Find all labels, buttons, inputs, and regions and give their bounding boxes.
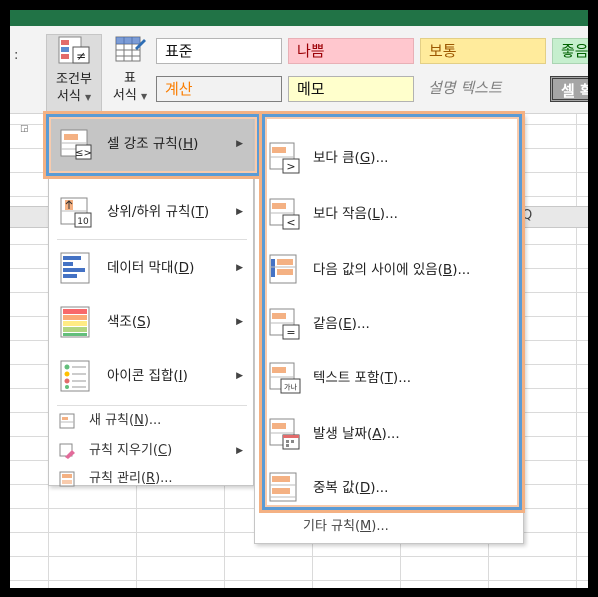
submenu-item-less-than[interactable]: < 보다 작음(L)... [255, 187, 523, 241]
cell-style-explanatory[interactable]: 설명 텍스트 [420, 76, 546, 102]
cell-style-normal[interactable]: 표준 [156, 38, 282, 64]
submenu-item-label: 발생 날짜(A)... [313, 426, 400, 442]
submenu-item-between[interactable]: 다음 값의 사이에 있음(B)... [255, 243, 523, 297]
menu-item-label: 색조(S) [107, 314, 151, 330]
ribbon-left-fragment: : [14, 48, 19, 63]
submenu-item-more-rules[interactable]: 기타 규칙(M)... [303, 515, 389, 539]
svg-text:가나: 가나 [284, 383, 297, 392]
manage-rules-icon [59, 471, 75, 487]
submenu-item-label: 텍스트 포함(T)... [313, 370, 412, 386]
conditional-formatting-label-2: 서식 [56, 89, 81, 104]
less-than-icon: < [269, 197, 301, 231]
chevron-down-icon: ▼ [140, 92, 148, 101]
greater-than-icon: > [269, 141, 301, 175]
submenu-item-label: 다음 값의 사이에 있음(B)... [313, 262, 471, 278]
duplicate-values-icon [269, 471, 301, 505]
menu-item-data-bars[interactable]: 데이터 막대(D) ▶ [49, 241, 253, 295]
menu-item-highlight-cells-rules[interactable]: ≤> 셀 강조 규칙(H) ▶ [49, 117, 253, 171]
ribbon: : ≠ 조건부 서식 ▼ 표 서식 ▼ 표준 나쁨 보통 좋음 계산 메모 설명… [10, 10, 588, 114]
menu-item-manage-rules[interactable]: 규칙 관리(R)... [49, 465, 253, 493]
icon-sets-icon [59, 359, 93, 393]
svg-text:10: 10 [77, 217, 89, 227]
submenu-item-text-contains[interactable]: 가나 텍스트 포함(T)... [255, 351, 523, 405]
submenu-item-greater-than[interactable]: > 보다 큼(G)... [255, 131, 523, 185]
svg-text:=: = [286, 326, 295, 339]
menu-item-clear-rules[interactable]: 규칙 지우기(C) ▶ [49, 437, 253, 465]
menu-item-label: 데이터 막대(D) [107, 260, 195, 276]
format-as-table-button[interactable]: 표 서식 ▼ [104, 34, 156, 112]
menu-separator [57, 239, 247, 240]
between-icon [269, 253, 301, 287]
cell-style-check[interactable]: 셀 확 [550, 76, 588, 102]
menu-item-top-bottom-rules[interactable]: 10 상위/하위 규칙(T) ▶ [49, 185, 253, 239]
excel-window: : ≠ 조건부 서식 ▼ 표 서식 ▼ 표준 나쁨 보통 좋음 계산 메모 설명… [10, 10, 588, 588]
submenu-item-label: 보다 작음(L)... [313, 206, 398, 222]
chevron-right-icon: ▶ [236, 446, 243, 456]
chevron-right-icon: ▶ [236, 263, 243, 273]
menu-item-label: 상위/하위 규칙(T) [107, 204, 210, 220]
chevron-right-icon: ▶ [236, 139, 243, 149]
eraser-icon [59, 443, 75, 459]
color-scales-icon [59, 305, 93, 339]
submenu-item-equal-to[interactable]: = 같음(E)... [255, 297, 523, 351]
highlight-cells-rules-submenu: > 보다 큼(G)... < 보다 작음(L)... 다음 값의 사이에 있음(… [254, 114, 524, 544]
format-as-table-label-2: 서식 [112, 88, 137, 103]
chevron-right-icon: ▶ [236, 371, 243, 381]
new-rule-icon [59, 413, 75, 429]
svg-text:≤>: ≤> [75, 148, 92, 159]
conditional-formatting-label-1: 조건부 [56, 72, 92, 87]
data-bars-icon [59, 251, 93, 285]
format-as-table-label-1: 표 [124, 71, 136, 86]
format-as-table-icon [113, 34, 147, 66]
menu-item-label: 아이콘 집합(I) [107, 368, 188, 384]
cell-style-neutral[interactable]: 보통 [420, 38, 546, 64]
cell-style-good[interactable]: 좋음 [552, 38, 588, 64]
submenu-item-label: 보다 큼(G)... [313, 150, 389, 166]
dialog-launcher-icon[interactable]: ◲ [20, 124, 29, 134]
svg-text:<: < [286, 216, 295, 229]
menu-item-label: 셀 강조 규칙(H) [107, 136, 199, 152]
cell-style-calculation[interactable]: 계산 [156, 76, 282, 102]
conditional-formatting-button[interactable]: ≠ 조건부 서식 ▼ [46, 34, 102, 112]
chevron-down-icon: ▼ [84, 93, 92, 102]
conditional-formatting-menu: ≤> 셀 강조 규칙(H) ▶ 10 상위/하위 규칙(T) ▶ 데이터 막대(… [48, 114, 254, 487]
menu-separator [57, 405, 247, 406]
submenu-item-date-occurring[interactable]: 발생 날짜(A)... [255, 407, 523, 461]
menu-item-label: 규칙 지우기(C) [89, 443, 173, 458]
submenu-item-label: 중복 값(D)... [313, 480, 389, 496]
ribbon-title-stripe [10, 10, 588, 26]
highlight-cells-rules-icon: ≤> [59, 127, 93, 161]
top-bottom-rules-icon: 10 [59, 195, 93, 229]
submenu-item-duplicate-values[interactable]: 중복 값(D)... [255, 461, 523, 515]
chevron-right-icon: ▶ [236, 317, 243, 327]
menu-item-new-rule[interactable]: 새 규칙(N)... [49, 407, 253, 435]
calendar-icon [269, 417, 301, 451]
menu-item-label: 규칙 관리(R)... [89, 471, 173, 486]
menu-item-color-scales[interactable]: 색조(S) ▶ [49, 295, 253, 349]
submenu-item-label: 같음(E)... [313, 316, 370, 332]
text-contains-icon: 가나 [269, 361, 301, 395]
menu-item-label: 새 규칙(N)... [89, 413, 162, 428]
svg-text:>: > [286, 160, 295, 173]
menu-item-icon-sets[interactable]: 아이콘 집합(I) ▶ [49, 349, 253, 403]
svg-text:≠: ≠ [76, 49, 86, 63]
conditional-formatting-icon: ≠ [57, 35, 91, 67]
cell-style-note[interactable]: 메모 [288, 76, 414, 102]
cell-style-bad[interactable]: 나쁨 [288, 38, 414, 64]
chevron-right-icon: ▶ [236, 207, 243, 217]
equal-to-icon: = [269, 307, 301, 341]
